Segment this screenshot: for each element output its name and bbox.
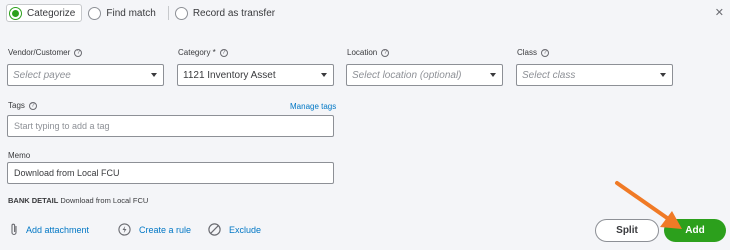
lightning-icon xyxy=(118,223,131,236)
categorize-radio[interactable] xyxy=(9,6,22,20)
find-match-option[interactable]: Find match xyxy=(88,4,161,22)
add-attachment-link[interactable]: Add attachment xyxy=(10,223,89,236)
category-value: 1121 Inventory Asset xyxy=(183,69,276,81)
paperclip-icon xyxy=(10,223,18,236)
create-rule-label[interactable]: Create a rule xyxy=(139,225,191,235)
location-label-text: Location xyxy=(347,48,378,57)
exclude-icon xyxy=(208,223,221,236)
chevron-down-icon xyxy=(490,73,496,77)
chevron-down-icon xyxy=(151,73,157,77)
memo-label: Memo xyxy=(8,151,30,160)
location-select[interactable]: Select location (optional) xyxy=(346,64,503,86)
class-label-text: Class xyxy=(517,48,538,57)
tags-label: Tags ? xyxy=(8,101,37,110)
category-select[interactable]: 1121 Inventory Asset xyxy=(177,64,334,86)
record-transfer-label[interactable]: Record as transfer xyxy=(193,8,275,19)
help-icon[interactable]: ? xyxy=(28,101,37,110)
vendor-customer-label-text: Vendor/Customer xyxy=(8,48,71,57)
add-attachment-label[interactable]: Add attachment xyxy=(26,225,89,235)
tags-input[interactable]: Start typing to add a tag xyxy=(7,115,334,137)
exclude-link[interactable]: Exclude xyxy=(208,223,261,236)
location-label: Location ? xyxy=(347,48,390,57)
record-transfer-radio[interactable] xyxy=(174,6,188,20)
categorize-label[interactable]: Categorize xyxy=(27,8,75,19)
create-rule-link[interactable]: Create a rule xyxy=(118,223,191,236)
categorize-option[interactable]: Categorize xyxy=(6,4,83,22)
category-label-text: Category * xyxy=(178,48,216,57)
match-mode-radio-group: Categorize Find match Record as transfer xyxy=(6,4,281,22)
close-icon[interactable]: ✕ xyxy=(715,7,724,19)
record-transfer-option[interactable]: Record as transfer xyxy=(174,4,281,22)
vendor-customer-placeholder: Select payee xyxy=(13,69,71,81)
help-icon[interactable]: ? xyxy=(381,48,390,57)
bank-detail: BANK DETAIL Download from Local FCU xyxy=(8,196,148,205)
vendor-customer-select[interactable]: Select payee xyxy=(7,64,164,86)
help-icon[interactable]: ? xyxy=(541,48,550,57)
radio-divider xyxy=(167,6,169,20)
class-select[interactable]: Select class xyxy=(516,64,673,86)
memo-label-text: Memo xyxy=(8,151,31,160)
bank-detail-label: BANK DETAIL xyxy=(8,196,59,205)
tags-label-text: Tags xyxy=(8,101,25,110)
manage-tags-link[interactable]: Manage tags xyxy=(290,102,336,111)
chevron-down-icon xyxy=(321,73,327,77)
chevron-down-icon xyxy=(660,73,666,77)
bank-detail-value: Download from Local FCU xyxy=(60,196,149,205)
find-match-label[interactable]: Find match xyxy=(106,8,155,19)
memo-input[interactable]: Download from Local FCU xyxy=(7,162,334,184)
help-icon[interactable]: ? xyxy=(219,48,228,57)
annotation-arrow-icon xyxy=(615,181,682,229)
exclude-label[interactable]: Exclude xyxy=(229,225,261,235)
help-icon[interactable]: ? xyxy=(74,48,83,57)
location-placeholder: Select location (optional) xyxy=(352,69,462,81)
find-match-radio[interactable] xyxy=(88,6,102,20)
class-placeholder: Select class xyxy=(522,69,576,81)
category-label: Category * ? xyxy=(178,48,228,57)
vendor-customer-label: Vendor/Customer ? xyxy=(8,48,83,57)
class-label: Class ? xyxy=(517,48,550,57)
